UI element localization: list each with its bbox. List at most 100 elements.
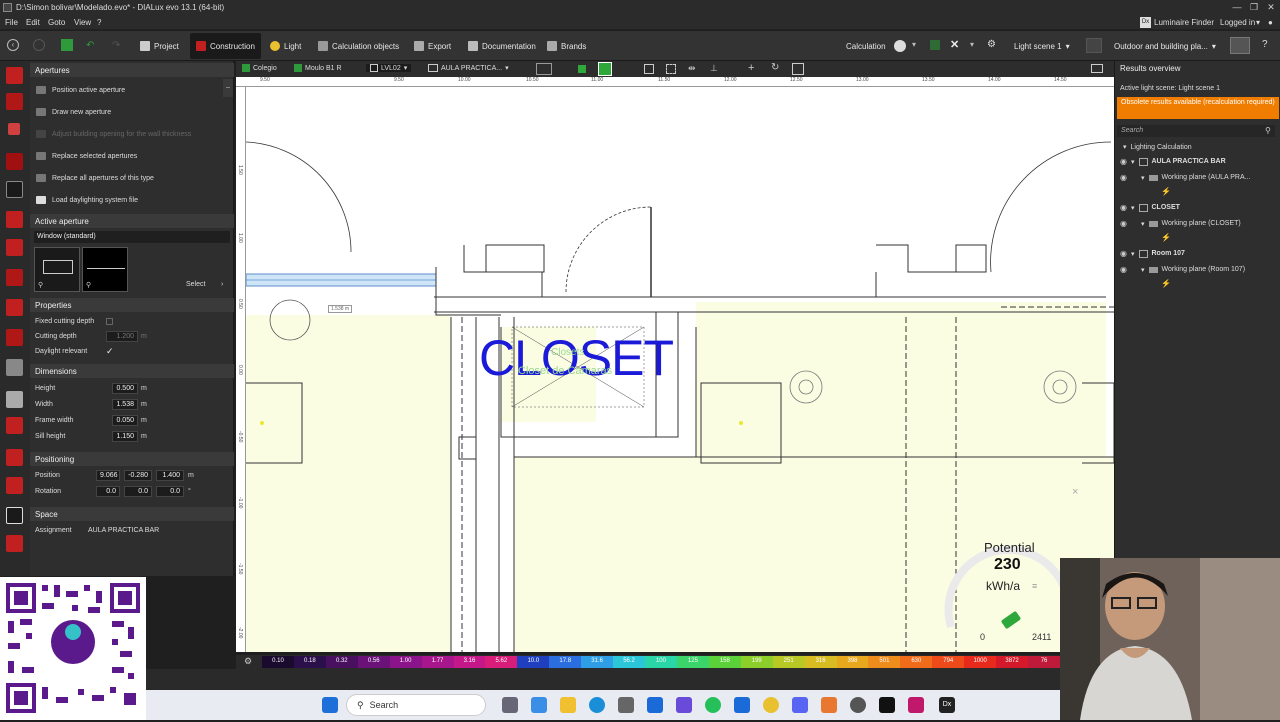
position-z-input[interactable]: 1.400	[156, 470, 184, 481]
rotate-icon[interactable]: ↻	[771, 62, 779, 73]
result-item-closet[interactable]: ◉ ▾ CLOSET	[1120, 203, 1180, 212]
position-x-input[interactable]: 9.066	[96, 470, 120, 481]
dialux-taskbar-icon[interactable]: Dx	[939, 697, 955, 713]
eye-icon[interactable]: ◉	[1120, 219, 1127, 228]
draw-new-aperture-item[interactable]: Draw new aperture	[36, 108, 111, 116]
result-item-working-plane-aula[interactable]: ◉ ▾ Working plane (AULA PRA...	[1120, 173, 1250, 182]
tab-project[interactable]: Project	[140, 40, 179, 52]
fill-mode-icon[interactable]	[578, 65, 586, 73]
luminaire-result-icon[interactable]: ⚡	[1161, 233, 1171, 242]
chevron-down-icon[interactable]: ▾	[912, 40, 916, 49]
measure-icon[interactable]	[6, 535, 23, 552]
undo-icon[interactable]: ↶	[86, 40, 94, 51]
copilot-icon[interactable]	[531, 697, 547, 713]
rotation-z-input[interactable]: 0.0	[156, 486, 184, 497]
lighting-calculation-node[interactable]: ▾ Lighting Calculation	[1123, 143, 1192, 152]
room-tab[interactable]: AULA PRACTICA... ▾	[428, 64, 509, 72]
chevron-down-icon[interactable]: ▾	[970, 40, 974, 49]
cutting-depth-input[interactable]: 1.200	[106, 331, 138, 342]
result-item-working-plane-107[interactable]: ◉ ▾ Working plane (Room 107)	[1120, 265, 1245, 274]
building-tab[interactable]: Colegio	[242, 64, 277, 72]
measure-tool-icon[interactable]: ⇹	[688, 63, 696, 74]
eye-icon[interactable]: ◉	[1120, 203, 1127, 212]
scale-icon[interactable]	[792, 63, 804, 75]
zoom-icon[interactable]: ⚲	[86, 281, 91, 289]
zoom-window-icon[interactable]	[666, 64, 676, 74]
calculation-button[interactable]: Calculation	[846, 40, 886, 52]
position-y-input[interactable]: -0.280	[124, 470, 152, 481]
close-window-icon[interactable]: ✕	[1264, 2, 1278, 14]
tab-documentation[interactable]: Documentation	[468, 40, 536, 52]
storey-tab[interactable]: Moulo B1 R	[294, 64, 342, 72]
material-icon[interactable]	[6, 417, 23, 434]
site-icon[interactable]	[6, 67, 23, 84]
file-explorer-icon[interactable]	[560, 697, 576, 713]
door-icon[interactable]	[6, 211, 23, 228]
rectangle-icon[interactable]	[6, 507, 23, 524]
zoom-icon[interactable]: ⚲	[38, 281, 43, 289]
outlook-icon[interactable]	[647, 697, 663, 713]
help-icon[interactable]: ?	[1262, 39, 1268, 50]
store-icon[interactable]	[618, 697, 634, 713]
assignment-value[interactable]: AULA PRACTICA BAR	[88, 527, 159, 534]
level-tab[interactable]: LVL02 ▾	[366, 64, 412, 72]
extrude-icon[interactable]	[6, 477, 23, 494]
gear-icon[interactable]: ⚙	[987, 39, 996, 50]
window-preview-thumbnail[interactable]: ⚲	[34, 247, 80, 292]
window-type-field[interactable]: Window (standard)	[34, 231, 230, 243]
rotation-x-input[interactable]: 0.0	[96, 486, 120, 497]
dimension-tool-icon[interactable]: ⊥	[710, 63, 718, 74]
save-icon[interactable]	[61, 39, 73, 51]
tab-calculation-objects[interactable]: Calculation objects	[318, 40, 399, 52]
minimize-icon[interactable]: —	[1230, 2, 1244, 14]
result-item-aula[interactable]: ◉ ▾ AULA PRACTICA BAR	[1120, 157, 1226, 166]
position-active-aperture-item[interactable]: Position active aperture	[36, 86, 125, 94]
whatsapp-icon[interactable]	[705, 697, 721, 713]
menu-goto[interactable]: Goto	[48, 18, 65, 27]
rotation-y-input[interactable]: 0.0	[124, 486, 152, 497]
luminaire-result-icon[interactable]: ⚡	[1161, 187, 1171, 196]
daylight-relevant-checkbox[interactable]: ✓	[106, 346, 114, 357]
curve-icon[interactable]	[6, 449, 23, 466]
zoom-extents-icon[interactable]	[644, 64, 654, 74]
selection-mode-icon[interactable]	[536, 63, 552, 75]
task-view-icon[interactable]	[502, 697, 518, 713]
obs-icon[interactable]	[850, 697, 866, 713]
tab-export[interactable]: Export	[414, 40, 451, 52]
user-icon[interactable]: ●	[1268, 18, 1273, 27]
room-icon[interactable]	[6, 153, 23, 170]
frame-width-input[interactable]: 0.050	[112, 415, 138, 426]
light-scene-settings-icon[interactable]	[1086, 38, 1102, 53]
menu-edit[interactable]: Edit	[26, 18, 40, 27]
luminaire-finder-link[interactable]: Luminaire Finder	[1154, 18, 1214, 27]
column-icon[interactable]	[6, 269, 23, 286]
snap-mode-icon[interactable]	[598, 62, 612, 76]
calculation-toggle-icon[interactable]	[894, 40, 906, 52]
stairs-icon[interactable]	[6, 391, 23, 408]
teams-icon[interactable]	[676, 697, 692, 713]
load-daylighting-item[interactable]: Load daylighting system file	[36, 196, 138, 204]
tiktok-icon[interactable]	[879, 697, 895, 713]
app-icon[interactable]	[908, 697, 924, 713]
back-icon[interactable]: ‹	[7, 39, 19, 51]
results-search-input[interactable]: Search	[1117, 125, 1275, 137]
menu-file[interactable]: File	[5, 18, 18, 27]
building-icon[interactable]	[6, 93, 23, 110]
forward-icon[interactable]	[33, 39, 45, 51]
display-mode-icon[interactable]	[1230, 37, 1250, 54]
eye-icon[interactable]: ◉	[1120, 249, 1127, 258]
obsolete-results-warning[interactable]: Obsolete results available (recalculatio…	[1117, 97, 1279, 119]
taskbar-search[interactable]: ⚲ Search	[346, 694, 486, 716]
storey-icon[interactable]	[8, 123, 20, 135]
start-calculation-icon[interactable]	[930, 40, 940, 50]
eye-icon[interactable]: ◉	[1120, 265, 1127, 274]
furniture-icon[interactable]	[6, 359, 23, 376]
height-input[interactable]: 0.500	[112, 383, 138, 394]
chevron-down-icon[interactable]: ▾	[1256, 18, 1260, 27]
edge-icon[interactable]	[589, 697, 605, 713]
scroll-handle[interactable]	[1267, 61, 1269, 301]
tab-light[interactable]: Light	[270, 40, 301, 52]
stop-calculation-icon[interactable]: ✕	[950, 38, 959, 51]
menu-help[interactable]: ?	[97, 18, 101, 27]
chrome-icon[interactable]	[763, 697, 779, 713]
